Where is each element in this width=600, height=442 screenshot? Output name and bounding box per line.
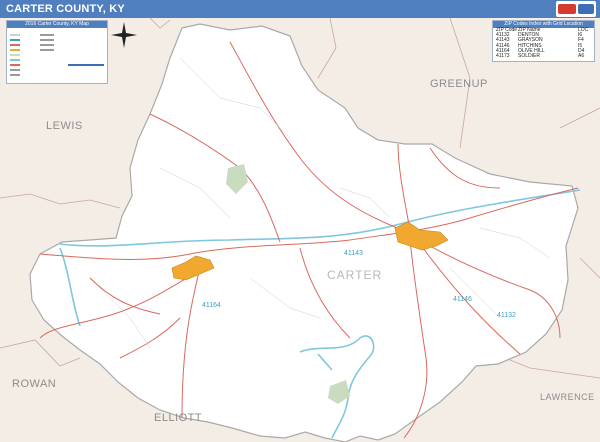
page-title: CARTER COUNTY, KY bbox=[6, 3, 125, 15]
county-label-lewis: LEWIS bbox=[46, 120, 83, 132]
map-legend: 2016 Carter County, KY Map bbox=[6, 20, 108, 84]
legend-row bbox=[10, 63, 104, 67]
legend-row bbox=[10, 43, 104, 47]
publisher-logo bbox=[556, 1, 596, 17]
zip-label: 41164 bbox=[202, 302, 221, 309]
zip-label: 41132 bbox=[497, 312, 516, 319]
carter-county-area bbox=[29, 23, 579, 442]
legend-row bbox=[10, 33, 104, 37]
legend-row bbox=[10, 38, 104, 42]
legend-title: 2016 Carter County, KY Map bbox=[7, 21, 107, 28]
table-row: 41173 SOLDIER A6 bbox=[493, 53, 594, 60]
legend-row bbox=[10, 48, 104, 52]
zip-loc-cell: A6 bbox=[578, 53, 585, 60]
county-map: LEWIS GREENUP ROWAN ELLIOTT LAWRENCE CAR… bbox=[0, 18, 600, 442]
legend-row bbox=[10, 73, 104, 77]
county-label-rowan: ROWAN bbox=[12, 378, 57, 390]
county-label-greenup: GREENUP bbox=[430, 78, 488, 90]
zip-name-cell: SOLDIER bbox=[518, 53, 540, 60]
legend-row bbox=[10, 58, 104, 62]
county-label-lawrence: LAWRENCE bbox=[540, 392, 595, 402]
county-label-carter: CARTER bbox=[327, 268, 383, 282]
zip-index-table: ZIP Codes Index with Grid Location ZIP C… bbox=[492, 20, 595, 62]
map-page: CARTER COUNTY, KY LEWIS GREENUP ROWAN EL… bbox=[0, 0, 600, 442]
zip-label: 41143 bbox=[344, 250, 363, 257]
zip-label: 41146 bbox=[453, 296, 472, 303]
logo-graphic bbox=[558, 4, 594, 14]
county-label-elliott: ELLIOTT bbox=[154, 412, 203, 424]
compass-icon bbox=[111, 22, 137, 48]
compass-rose bbox=[111, 22, 137, 48]
legend-row bbox=[10, 53, 104, 57]
legend-row bbox=[10, 68, 104, 72]
title-bar: CARTER COUNTY, KY bbox=[0, 0, 600, 18]
zip-code-cell: 41173 bbox=[496, 53, 510, 60]
